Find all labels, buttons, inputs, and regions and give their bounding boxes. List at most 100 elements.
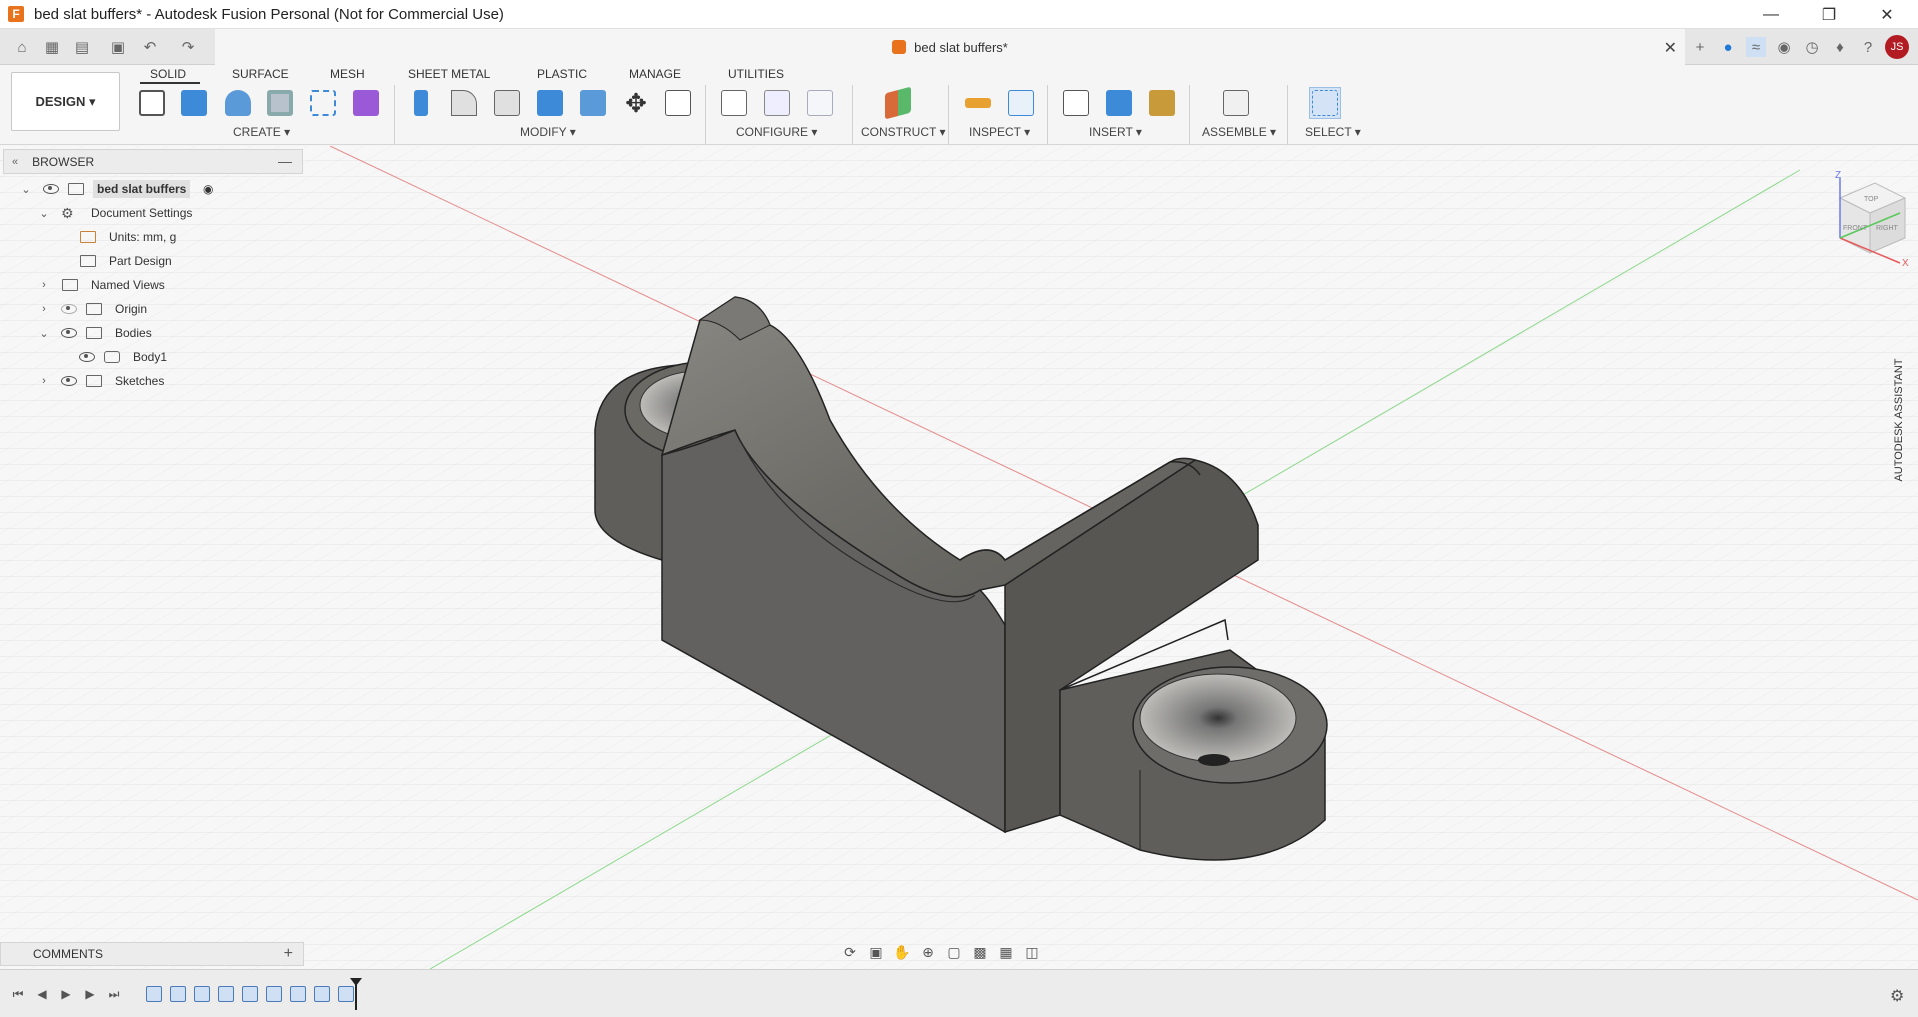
visibility-icon[interactable] bbox=[79, 352, 95, 362]
pattern-button[interactable] bbox=[307, 87, 339, 119]
restore-icon[interactable]: ❐ bbox=[1806, 0, 1852, 29]
visibility-icon[interactable] bbox=[43, 184, 59, 194]
grid-menu-icon[interactable]: ▦ bbox=[42, 37, 62, 57]
revolve-button[interactable] bbox=[222, 87, 254, 119]
tree-node-document-settings[interactable]: ⌄ ⚙ Document Settings bbox=[0, 202, 304, 224]
timeline-feature-fillet[interactable] bbox=[290, 986, 306, 1002]
document-tab[interactable]: bed slat buffers* ✕ bbox=[215, 29, 1685, 65]
select-button[interactable] bbox=[1309, 87, 1341, 119]
extension-icon[interactable]: ● bbox=[1718, 37, 1738, 57]
step-back-icon[interactable]: ◀ bbox=[34, 986, 50, 1002]
timeline-settings-icon[interactable]: ⚙ bbox=[1890, 986, 1904, 1006]
modify-group-label[interactable]: MODIFY ▾ bbox=[520, 125, 576, 139]
timeline-feature-sketch[interactable] bbox=[146, 986, 162, 1002]
shell-button[interactable] bbox=[534, 87, 566, 119]
zoom-icon[interactable]: ⊕ bbox=[916, 942, 940, 962]
chevron-down-icon[interactable]: ⌄ bbox=[37, 207, 51, 220]
inspect-group-label[interactable]: INSPECT ▾ bbox=[969, 125, 1030, 139]
user-avatar[interactable]: JS bbox=[1885, 35, 1909, 59]
undo-icon[interactable]: ↶ bbox=[140, 37, 160, 57]
display-settings-icon[interactable]: ▩ bbox=[968, 942, 992, 962]
file-menu-icon[interactable]: ▤ bbox=[72, 37, 92, 57]
tab-manage[interactable]: MANAGE bbox=[629, 67, 681, 83]
configure-theme-button[interactable] bbox=[804, 87, 836, 119]
extrude-button[interactable] bbox=[178, 87, 210, 119]
look-at-icon[interactable]: ▣ bbox=[864, 942, 888, 962]
combine-button[interactable] bbox=[577, 87, 609, 119]
pan-icon[interactable]: ✋ bbox=[890, 942, 914, 962]
tree-node-units[interactable]: Units: mm, g bbox=[0, 226, 304, 248]
new-tab-icon[interactable]: + bbox=[1690, 37, 1710, 57]
construct-group-label[interactable]: CONSTRUCT ▾ bbox=[861, 125, 945, 139]
help-icon[interactable]: ? bbox=[1858, 37, 1878, 57]
minimize-icon[interactable]: — bbox=[1748, 0, 1794, 29]
measure-button[interactable] bbox=[962, 87, 994, 119]
viewcube-front-label[interactable]: FRONT bbox=[1843, 225, 1868, 232]
clock-icon[interactable]: ◷ bbox=[1802, 37, 1822, 57]
active-component-icon[interactable]: ◉ bbox=[203, 182, 213, 196]
configure-group-label[interactable]: CONFIGURE ▾ bbox=[736, 125, 817, 139]
insert-group-label[interactable]: INSERT ▾ bbox=[1089, 125, 1142, 139]
viewcube-top-label[interactable]: TOP bbox=[1864, 196, 1879, 203]
browser-header[interactable]: « BROWSER — bbox=[3, 149, 303, 174]
fit-icon[interactable]: ▢ bbox=[942, 942, 966, 962]
browser-minimize-icon[interactable]: — bbox=[278, 153, 292, 169]
new-component-button[interactable] bbox=[1220, 87, 1252, 119]
redo-icon[interactable]: ↷ bbox=[178, 37, 198, 57]
section-analysis-button[interactable] bbox=[1005, 87, 1037, 119]
assemble-group-label[interactable]: ASSEMBLE ▾ bbox=[1202, 125, 1276, 139]
timeline-feature-hole[interactable] bbox=[338, 986, 354, 1002]
insert-mcmaster-button[interactable] bbox=[1146, 87, 1178, 119]
visibility-icon[interactable] bbox=[61, 328, 77, 338]
view-cube[interactable]: Z X TOP FRONT RIGHT bbox=[1810, 168, 1910, 269]
job-status-icon[interactable]: ≈ bbox=[1746, 37, 1766, 57]
comments-panel[interactable]: COMMENTS + bbox=[0, 942, 304, 966]
timeline-feature-move[interactable] bbox=[314, 986, 330, 1002]
insert-derive-button[interactable] bbox=[1060, 87, 1092, 119]
offset-plane-button[interactable] bbox=[882, 86, 914, 120]
step-forward-icon[interactable]: ▶ bbox=[82, 986, 98, 1002]
change-parameters-button[interactable] bbox=[662, 87, 694, 119]
tree-node-named-views[interactable]: › Named Views bbox=[0, 274, 304, 296]
play-icon[interactable]: ▶ bbox=[58, 986, 74, 1002]
hidden-visibility-icon[interactable] bbox=[61, 304, 77, 314]
chevron-right-icon[interactable]: › bbox=[37, 375, 51, 387]
fillet-button[interactable] bbox=[448, 87, 480, 119]
chevron-down-icon[interactable]: ⌄ bbox=[37, 327, 51, 340]
tree-node-body1[interactable]: Body1 bbox=[0, 346, 304, 368]
go-to-end-icon[interactable]: ⏭ bbox=[106, 986, 122, 1002]
hole-button[interactable] bbox=[264, 87, 296, 119]
chevron-right-icon[interactable]: › bbox=[37, 303, 51, 315]
orbit-icon[interactable]: ⟳ bbox=[838, 942, 862, 962]
viewcube-right-label[interactable]: RIGHT bbox=[1876, 225, 1899, 232]
chevron-right-icon[interactable]: › bbox=[37, 279, 51, 291]
go-to-start-icon[interactable]: ⏮ bbox=[10, 986, 26, 1002]
tab-mesh[interactable]: MESH bbox=[330, 67, 365, 83]
create-group-label[interactable]: CREATE ▾ bbox=[233, 125, 290, 139]
notifications-icon[interactable]: ♦ bbox=[1830, 37, 1850, 57]
tab-surface[interactable]: SURFACE bbox=[232, 67, 289, 83]
create-sketch-button[interactable] bbox=[136, 87, 168, 119]
timeline-marker[interactable] bbox=[350, 978, 362, 1010]
tree-node-part-design[interactable]: Part Design bbox=[0, 250, 304, 272]
create-form-button[interactable] bbox=[350, 87, 382, 119]
home-icon[interactable]: ⌂ bbox=[12, 37, 32, 57]
press-pull-button[interactable] bbox=[405, 87, 437, 119]
select-group-label[interactable]: SELECT ▾ bbox=[1305, 125, 1361, 139]
chamfer-button[interactable] bbox=[491, 87, 523, 119]
online-status-icon[interactable]: ◉ bbox=[1774, 37, 1794, 57]
add-comment-icon[interactable]: + bbox=[284, 945, 293, 963]
timeline-feature-fillet[interactable] bbox=[242, 986, 258, 1002]
grid-settings-icon[interactable]: ▦ bbox=[994, 942, 1018, 962]
close-tab-icon[interactable]: ✕ bbox=[1664, 38, 1677, 58]
insert-canvas-button[interactable] bbox=[1103, 87, 1135, 119]
configure-table-button[interactable] bbox=[718, 87, 750, 119]
tree-node-root[interactable]: ⌄ bed slat buffers ◉ bbox=[0, 178, 304, 200]
tree-node-bodies[interactable]: ⌄ Bodies bbox=[0, 322, 304, 344]
workspace-switcher-button[interactable]: DESIGN ▾ bbox=[11, 72, 120, 131]
configure-rules-button[interactable] bbox=[761, 87, 793, 119]
timeline-feature-extrude[interactable] bbox=[170, 986, 186, 1002]
collapse-browser-icon[interactable]: « bbox=[12, 156, 18, 168]
viewports-icon[interactable]: ◫ bbox=[1020, 942, 1044, 962]
autodesk-assistant-tab[interactable]: AUTODESK ASSISTANT bbox=[1893, 300, 1915, 540]
